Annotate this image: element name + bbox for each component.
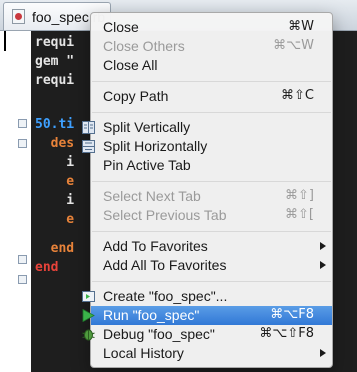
code-line: i (35, 193, 75, 208)
fold-marker-icon[interactable] (18, 255, 27, 264)
menu-item-local-history[interactable]: Local History (91, 344, 332, 363)
code-line: end (35, 260, 59, 275)
menu-item-shortcut: ⌘W (288, 19, 314, 34)
code-line: end (35, 241, 75, 256)
menu-separator (92, 81, 331, 82)
menu-item-split-horizontally[interactable]: Split Horizontally (82, 137, 332, 156)
editor-gutter (0, 31, 32, 372)
menu-item-label: Copy Path (103, 88, 169, 104)
menu-separator (92, 231, 331, 232)
menu-separator (92, 112, 331, 113)
menu-item-run[interactable]: Run "foo_spec" ⌘⌥F8 (82, 306, 332, 325)
menu-item-label: Debug "foo_spec" (103, 326, 215, 342)
menu-item-split-vertically[interactable]: Split Vertically (82, 118, 332, 137)
debug-icon (82, 329, 95, 341)
split-vertical-icon (82, 121, 95, 134)
menu-item-label: Close Others (103, 38, 185, 54)
menu-item-label: Select Previous Tab (103, 207, 227, 223)
code-line: i (35, 155, 75, 170)
fold-marker-icon[interactable] (18, 275, 27, 284)
menu-separator (92, 181, 331, 182)
code-line: requi (35, 73, 75, 88)
menu-item-close-others[interactable]: Close Others ⌘⌥W (91, 37, 332, 56)
run-icon (82, 309, 95, 322)
menu-item-pin-active-tab[interactable]: Pin Active Tab (91, 156, 332, 175)
menu-item-shortcut: ⌘⌥⇧F8 (259, 326, 314, 341)
ruby-file-icon (12, 9, 25, 24)
menu-item-label: Create "foo_spec"... (103, 288, 228, 304)
menu-item-shortcut: ⌘⇧[ (285, 207, 314, 222)
menu-item-label: Add To Favorites (103, 238, 208, 254)
menu-item-create-config[interactable]: Create "foo_spec"... (82, 287, 332, 306)
menu-item-label: Pin Active Tab (103, 157, 191, 173)
submenu-arrow-icon (320, 242, 326, 250)
menu-item-label: Local History (103, 345, 184, 361)
fold-marker-icon[interactable] (18, 139, 27, 148)
menu-item-label: Split Horizontally (103, 138, 208, 154)
fold-marker-icon[interactable] (18, 119, 27, 128)
menu-item-debug[interactable]: Debug "foo_spec" ⌘⌥⇧F8 (82, 325, 332, 344)
menu-item-shortcut: ⌘⇧C (281, 88, 314, 103)
menu-item-label: Select Next Tab (103, 188, 201, 204)
text-caret (4, 31, 6, 51)
code-line: gem " (35, 54, 75, 69)
menu-item-label: Close (103, 19, 139, 35)
rspec-config-icon (82, 291, 95, 302)
tab-context-menu: Close ⌘W Close Others ⌘⌥W Close All Copy… (82, 12, 333, 368)
menu-separator (92, 281, 331, 282)
menu-item-select-previous-tab[interactable]: Select Previous Tab ⌘⇧[ (91, 206, 332, 225)
menu-item-label: Add All To Favorites (103, 257, 227, 273)
menu-item-shortcut: ⌘⌥W (273, 38, 314, 53)
code-line: e (35, 174, 75, 189)
menu-item-copy-path[interactable]: Copy Path ⌘⇧C (91, 87, 332, 106)
menu-item-shortcut: ⌘⇧] (285, 188, 314, 203)
code-line: e (35, 212, 75, 227)
menu-item-add-all-to-favorites[interactable]: Add All To Favorites (91, 256, 332, 275)
menu-item-shortcut: ⌘⌥F8 (270, 307, 314, 322)
submenu-arrow-icon (320, 261, 326, 269)
menu-item-select-next-tab[interactable]: Select Next Tab ⌘⇧] (91, 187, 332, 206)
submenu-arrow-icon (320, 349, 326, 357)
menu-item-add-to-favorites[interactable]: Add To Favorites (91, 237, 332, 256)
menu-item-label: Split Vertically (103, 119, 191, 135)
menu-item-close-all[interactable]: Close All (91, 56, 332, 75)
menu-item-close[interactable]: Close ⌘W (91, 18, 332, 37)
code-line: 50.ti (35, 117, 75, 132)
split-horizontal-icon (82, 140, 95, 153)
menu-item-label: Close All (103, 57, 158, 73)
menu-item-label: Run "foo_spec" (103, 307, 200, 323)
code-line: requi (35, 35, 75, 50)
code-line: des (35, 136, 75, 151)
